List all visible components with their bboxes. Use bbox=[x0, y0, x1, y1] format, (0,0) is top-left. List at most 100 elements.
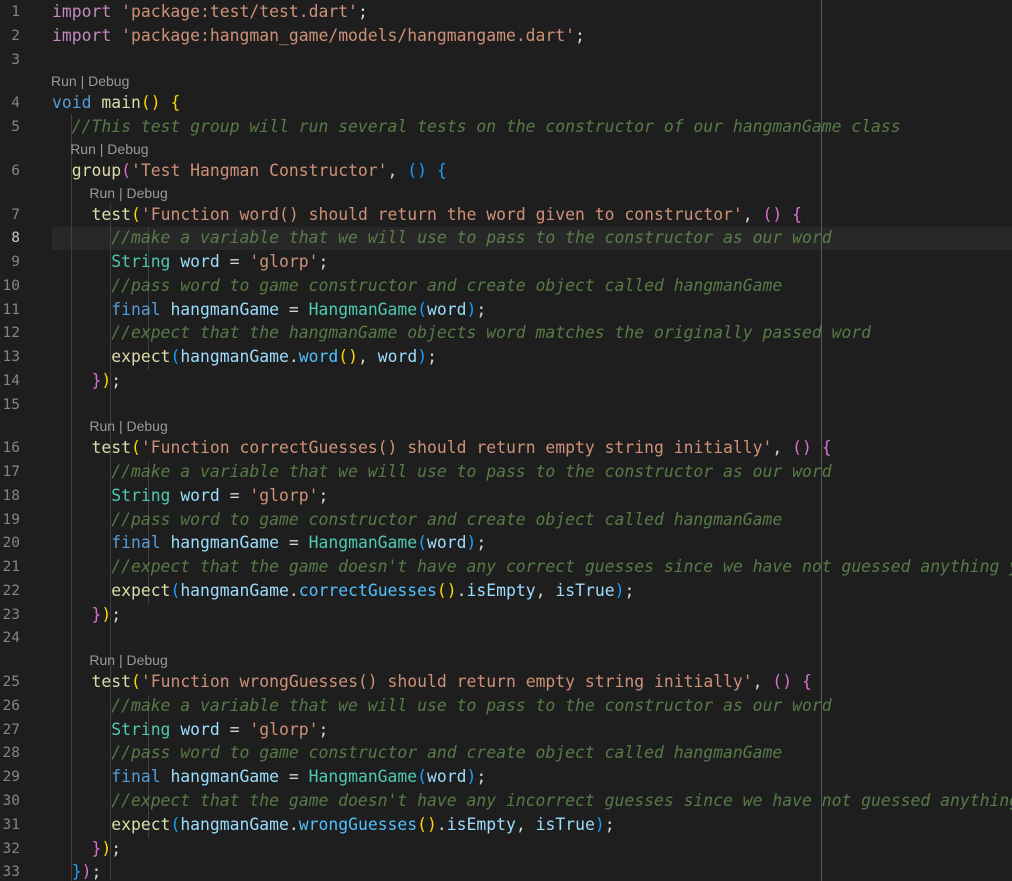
lens-separator: | bbox=[115, 652, 127, 668]
code-line[interactable]: test('Function word() should return the … bbox=[52, 204, 802, 226]
code-line[interactable]: //This test group will run several tests… bbox=[52, 116, 901, 138]
code-line[interactable]: String word = 'glorp'; bbox=[52, 485, 328, 507]
line-number: 32 bbox=[2, 841, 20, 857]
line-number: 29 bbox=[2, 769, 20, 785]
code-line[interactable]: String word = 'glorp'; bbox=[52, 251, 328, 273]
code-token: word bbox=[377, 347, 418, 366]
run-link[interactable]: Run bbox=[89, 185, 115, 201]
line-number: 3 bbox=[11, 52, 20, 68]
code-token: ; bbox=[318, 252, 329, 271]
code-line[interactable]: expect(hangmanGame.correctGuesses().isEm… bbox=[52, 580, 634, 602]
debug-link[interactable]: Debug bbox=[88, 73, 129, 89]
code-line[interactable]: final hangmanGame = HangmanGame(word); bbox=[52, 766, 486, 788]
code-line[interactable]: //make a variable that we will use to pa… bbox=[52, 695, 831, 717]
code-token: expect bbox=[111, 347, 171, 366]
code-token: final bbox=[111, 533, 161, 552]
lens-separator: | bbox=[95, 141, 108, 157]
code-line[interactable]: test('Function wrongGuesses() should ret… bbox=[52, 671, 811, 693]
line-number: 17 bbox=[2, 464, 20, 480]
line-number: 25 bbox=[2, 674, 20, 690]
code-editor[interactable]: 1 2 3 4 5 6 7 8 9 10 11 12 13 14 15 16 17 18 19 20 21 22 23 24 2… bbox=[0, 0, 1012, 881]
code-line[interactable]: expect(hangmanGame.word(), word); bbox=[52, 346, 437, 368]
code-token: ) bbox=[466, 300, 477, 319]
line-number: 22 bbox=[2, 583, 20, 599]
code-token: //pass word to game constructor and crea… bbox=[111, 276, 783, 295]
code-line[interactable]: test('Function correctGuesses() should r… bbox=[52, 437, 831, 459]
code-line[interactable]: import 'package:test/test.dart'; bbox=[52, 1, 368, 23]
code-line[interactable]: //pass word to game constructor and crea… bbox=[52, 509, 782, 531]
debug-link[interactable]: Debug bbox=[127, 652, 168, 668]
code-line[interactable]: String word = 'glorp'; bbox=[52, 719, 328, 741]
run-link[interactable]: Run bbox=[70, 141, 96, 157]
code-token: main bbox=[101, 93, 141, 112]
code-line[interactable]: final hangmanGame = HangmanGame(word); bbox=[52, 532, 486, 554]
code-token: } bbox=[91, 839, 102, 858]
code-line[interactable]: }); bbox=[52, 604, 121, 626]
code-line[interactable]: //pass word to game constructor and crea… bbox=[52, 275, 782, 297]
code-line[interactable]: //make a variable that we will use to pa… bbox=[52, 227, 831, 249]
code-token: } bbox=[91, 371, 102, 390]
line-number: 8 bbox=[11, 230, 20, 246]
debug-link[interactable]: Debug bbox=[127, 185, 168, 201]
code-line[interactable]: //expect that the hangmanGame objects wo… bbox=[52, 322, 871, 344]
code-line[interactable]: import 'package:hangman_game/models/hang… bbox=[52, 25, 585, 47]
code-token: hangmanGame bbox=[170, 533, 279, 552]
code-token: ; bbox=[604, 815, 615, 834]
code-token: ; bbox=[575, 26, 585, 45]
code-token: } bbox=[91, 605, 102, 624]
code-token: wrongGuesses bbox=[298, 815, 418, 834]
code-token: . bbox=[288, 581, 299, 600]
code-line[interactable]: }); bbox=[52, 861, 102, 881]
debug-link[interactable]: Debug bbox=[127, 418, 168, 434]
code-line[interactable]: group('Test Hangman Constructor', () { bbox=[52, 160, 447, 182]
code-token: ( bbox=[417, 533, 428, 552]
line-number: 31 bbox=[2, 817, 20, 833]
run-link[interactable]: Run bbox=[89, 652, 115, 668]
code-line[interactable]: final hangmanGame = HangmanGame(word); bbox=[52, 299, 486, 321]
code-token: . bbox=[456, 581, 467, 600]
code-token: . bbox=[288, 815, 299, 834]
code-line[interactable]: //expect that the game doesn't have any … bbox=[52, 790, 1012, 812]
code-token: ; bbox=[357, 2, 368, 21]
code-line[interactable]: void main() { bbox=[52, 92, 180, 114]
code-token: HangmanGame bbox=[308, 300, 418, 319]
code-token: ( bbox=[170, 347, 181, 366]
run-link[interactable]: Run bbox=[89, 418, 115, 434]
run-link[interactable]: Run bbox=[51, 73, 77, 89]
code-token: //make a variable that we will use to pa… bbox=[111, 462, 832, 481]
code-line[interactable]: //pass word to game constructor and crea… bbox=[52, 742, 782, 764]
debug-link[interactable]: Debug bbox=[107, 141, 148, 157]
line-number: 12 bbox=[2, 325, 20, 341]
code-token: String bbox=[111, 252, 171, 271]
code-token: . bbox=[288, 347, 299, 366]
code-token: expect bbox=[111, 815, 171, 834]
code-lens: Run | Debug bbox=[89, 417, 167, 435]
code-token: () bbox=[436, 581, 457, 600]
line-number: 18 bbox=[2, 488, 20, 504]
code-line[interactable]: //expect that the game doesn't have any … bbox=[52, 556, 1012, 578]
code-token: 'Function word() should return the word … bbox=[140, 205, 743, 224]
code-token: () bbox=[772, 672, 793, 691]
code-line[interactable]: //make a variable that we will use to pa… bbox=[52, 461, 832, 483]
code-line[interactable]: expect(hangmanGame.wrongGuesses().isEmpt… bbox=[52, 814, 615, 836]
line-number: 4 bbox=[11, 95, 20, 111]
code-line[interactable]: }); bbox=[52, 838, 121, 860]
line-number: 30 bbox=[2, 793, 20, 809]
code-token: = bbox=[279, 300, 309, 319]
code-token: ) bbox=[417, 347, 428, 366]
code-token: isTrue bbox=[535, 815, 595, 834]
code-line[interactable]: }); bbox=[52, 370, 121, 392]
code-token: isTrue bbox=[555, 581, 615, 600]
code-token: = bbox=[219, 720, 250, 739]
